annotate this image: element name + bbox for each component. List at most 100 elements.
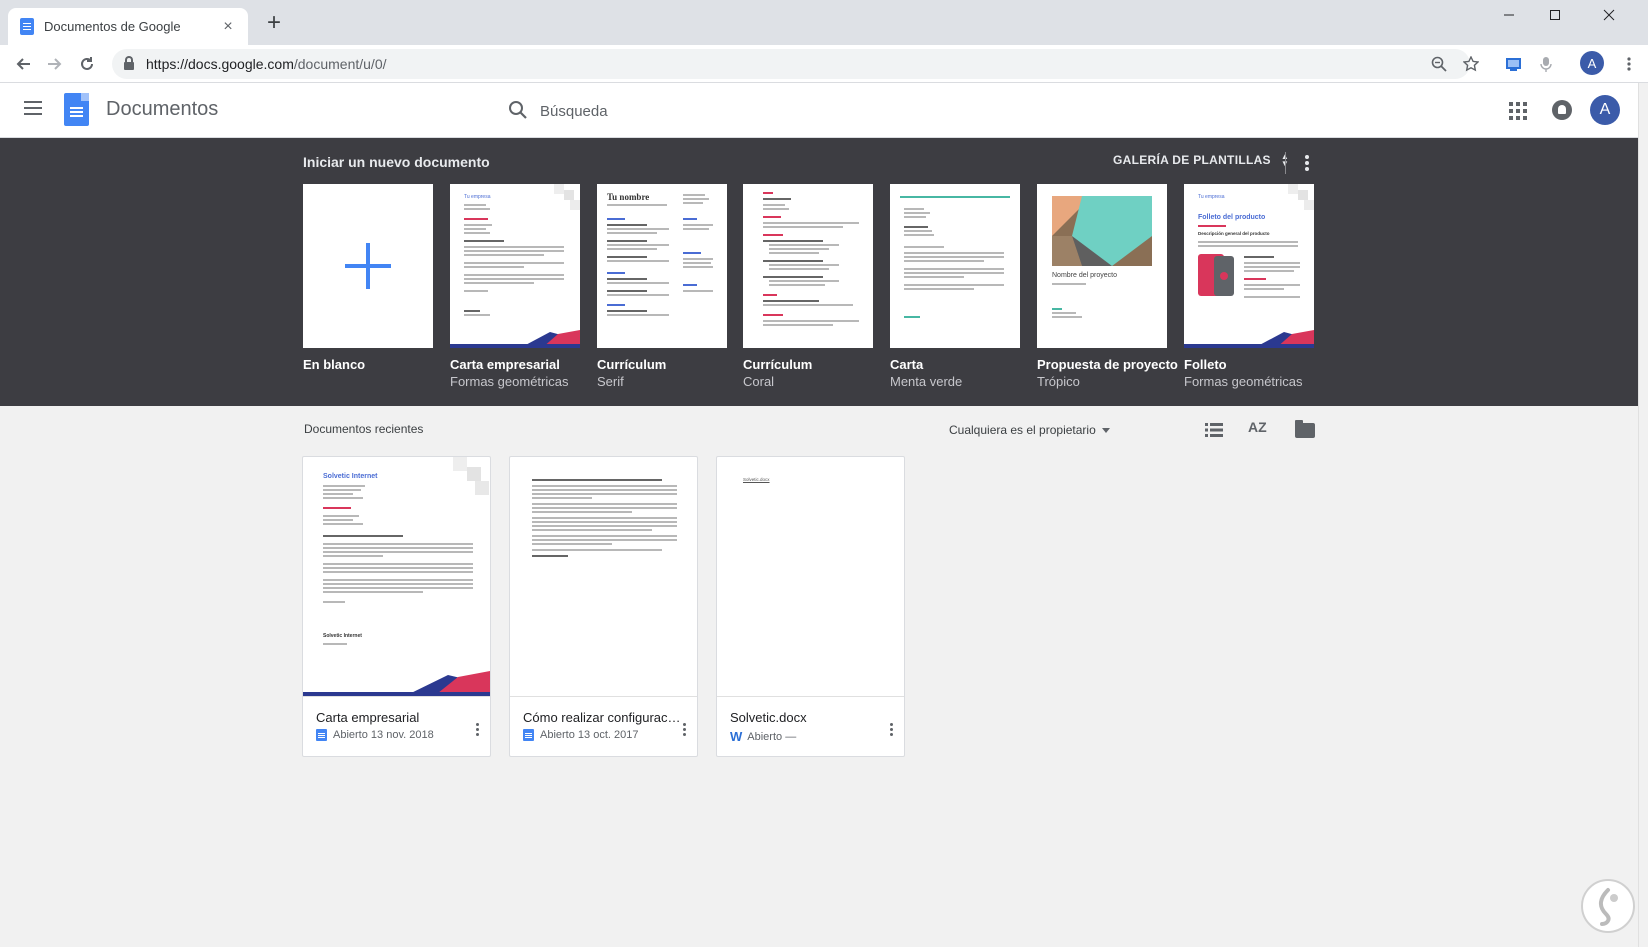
doc-date: — — [785, 730, 797, 743]
owner-filter-dropdown[interactable]: Cualquiera es el propietario — [949, 423, 1110, 437]
thumb-project-name: Nombre del proyecto — [1052, 272, 1117, 279]
reload-icon — [81, 57, 93, 70]
template-blank[interactable] — [303, 184, 433, 348]
divider — [1285, 152, 1286, 174]
doc-status: Abierto — [333, 729, 368, 741]
tab-close-button[interactable]: × — [220, 18, 236, 36]
template-business-letter[interactable]: Tu empresa — [450, 184, 580, 348]
template-subtitle: Trópico — [1037, 374, 1080, 389]
caret-down-icon — [1101, 427, 1110, 433]
account-avatar[interactable]: A — [1590, 95, 1620, 125]
doc-title: Carta empresarial — [316, 710, 420, 725]
minimize-button[interactable] — [1486, 0, 1532, 30]
doc-meta: W Abierto — — [730, 729, 796, 744]
close-icon — [1603, 9, 1615, 21]
doc-thumbnail: Solvetic.docx — [717, 457, 904, 697]
back-button[interactable] — [8, 49, 38, 79]
lock-icon — [124, 56, 134, 70]
doc-status: Abierto — [747, 730, 783, 743]
template-subtitle: Menta verde — [890, 374, 963, 389]
folder-icon[interactable] — [1295, 420, 1315, 438]
google-apps-icon[interactable] — [1509, 102, 1527, 120]
browser-toolbar: https://docs.google.com/document/u/0/ A — [0, 45, 1648, 83]
recent-doc-card[interactable]: Solvetic.docx Solvetic.docx W Abierto — — [716, 456, 905, 757]
doc-meta: Abierto 13 oct. 2017 — [523, 729, 638, 741]
arrow-right-icon — [48, 58, 62, 70]
template-subtitle: Formas geométricas — [450, 374, 569, 389]
doc-title: Solvetic.docx — [730, 710, 807, 725]
template-resume-coral[interactable] — [743, 184, 873, 348]
doc-more-icon[interactable] — [890, 723, 893, 726]
template-heading: Iniciar un nuevo documento — [303, 154, 490, 170]
template-brochure[interactable]: Tu empresa Folleto del producto Descripc… — [1184, 184, 1314, 348]
recent-doc-card[interactable]: Cómo realizar configuraci... Abierto 13 … — [509, 456, 698, 757]
thumb-brochure-title: Folleto del producto — [1198, 214, 1266, 221]
bookmark-button[interactable] — [1460, 53, 1482, 75]
star-icon — [1463, 56, 1479, 72]
template-gallery: Iniciar un nuevo documento GALERÍA DE PL… — [0, 138, 1638, 406]
screen-capture-icon — [1506, 58, 1521, 71]
doc-thumbnail — [510, 457, 697, 697]
doc-title: Cómo realizar configuraci... — [523, 710, 681, 725]
recent-documents-heading: Documentos recientes — [304, 422, 424, 436]
forward-button[interactable] — [40, 49, 70, 79]
profile-avatar[interactable]: A — [1580, 51, 1604, 75]
browser-tab-active[interactable]: Documentos de Google × — [8, 8, 248, 45]
reload-button[interactable] — [72, 49, 102, 79]
sort-az-icon[interactable]: AZ — [1248, 419, 1267, 435]
search-input[interactable] — [540, 97, 1040, 125]
cast-extension-button[interactable] — [1503, 53, 1525, 75]
notifications-icon[interactable] — [1552, 100, 1572, 120]
owner-filter-label: Cualquiera es el propietario — [949, 423, 1096, 437]
extension-button[interactable] — [1535, 53, 1557, 75]
google-docs-icon — [523, 729, 534, 741]
doc-thumbnail: Solvetic Internet Solvetic Internet — [303, 457, 490, 697]
arrow-left-icon — [16, 58, 30, 70]
template-letter-mint[interactable] — [890, 184, 1020, 348]
template-name: Carta empresarial — [450, 357, 560, 372]
url-text: https://docs.google.com/document/u/0/ — [146, 56, 387, 72]
list-view-icon[interactable] — [1205, 423, 1223, 437]
thumb-signature: Solvetic Internet — [323, 633, 362, 639]
docs-favicon-icon — [20, 18, 34, 35]
doc-date: 13 nov. 2018 — [370, 729, 434, 741]
template-resume-serif[interactable]: Tu nombre — [597, 184, 727, 348]
page-scrollbar[interactable] — [1638, 83, 1648, 947]
template-subtitle: Serif — [597, 374, 624, 389]
template-gallery-toggle[interactable]: GALERÍA DE PLANTILLAS ▲▼ — [1113, 153, 1289, 168]
template-subtitle: Coral — [743, 374, 775, 389]
address-bar[interactable]: https://docs.google.com/document/u/0/ — [112, 49, 1470, 79]
doc-meta: Abierto 13 nov. 2018 — [316, 729, 434, 741]
recent-doc-card[interactable]: Solvetic Internet Solvetic Internet Cart… — [302, 456, 491, 757]
search-icon[interactable] — [508, 100, 528, 120]
docs-app: Documentos A Iniciar un nuevo documento … — [0, 83, 1638, 947]
thumb-resume-name: Tu nombre — [607, 192, 650, 202]
app-title[interactable]: Documentos — [106, 98, 218, 121]
url-path: /document/u/0/ — [293, 56, 387, 72]
doc-date: 13 oct. 2017 — [577, 729, 639, 741]
template-gallery-label: GALERÍA DE PLANTILLAS — [1113, 153, 1271, 167]
browser-menu-button[interactable] — [1618, 53, 1640, 75]
word-icon: W — [730, 729, 743, 744]
thumb-company: Tu empresa — [464, 194, 491, 200]
maximize-button[interactable] — [1532, 0, 1578, 30]
thumb-brochure-subtitle: Descripción general del producto — [1198, 231, 1270, 236]
zoom-button[interactable] — [1428, 53, 1450, 75]
maximize-icon — [1550, 10, 1560, 20]
close-window-button[interactable] — [1586, 0, 1632, 30]
template-subtitle: Formas geométricas — [1184, 374, 1303, 389]
doc-more-icon[interactable] — [476, 723, 479, 726]
kebab-menu-icon — [1627, 57, 1631, 71]
template-more-icon[interactable] — [1305, 155, 1309, 159]
thumb-filename: Solvetic.docx — [743, 477, 770, 482]
watermark-logo-icon — [1581, 879, 1635, 933]
main-menu-icon[interactable] — [24, 101, 42, 103]
template-name: Propuesta de proyecto — [1037, 357, 1178, 372]
zoom-out-icon — [1431, 56, 1447, 72]
doc-more-icon[interactable] — [683, 723, 686, 726]
thumb-company: Tu empresa — [1198, 194, 1225, 200]
tab-title: Documentos de Google — [44, 19, 181, 34]
template-project-proposal[interactable]: Nombre del proyecto — [1037, 184, 1167, 348]
docs-logo-icon[interactable] — [64, 93, 89, 126]
new-tab-button[interactable]: + — [262, 11, 286, 36]
